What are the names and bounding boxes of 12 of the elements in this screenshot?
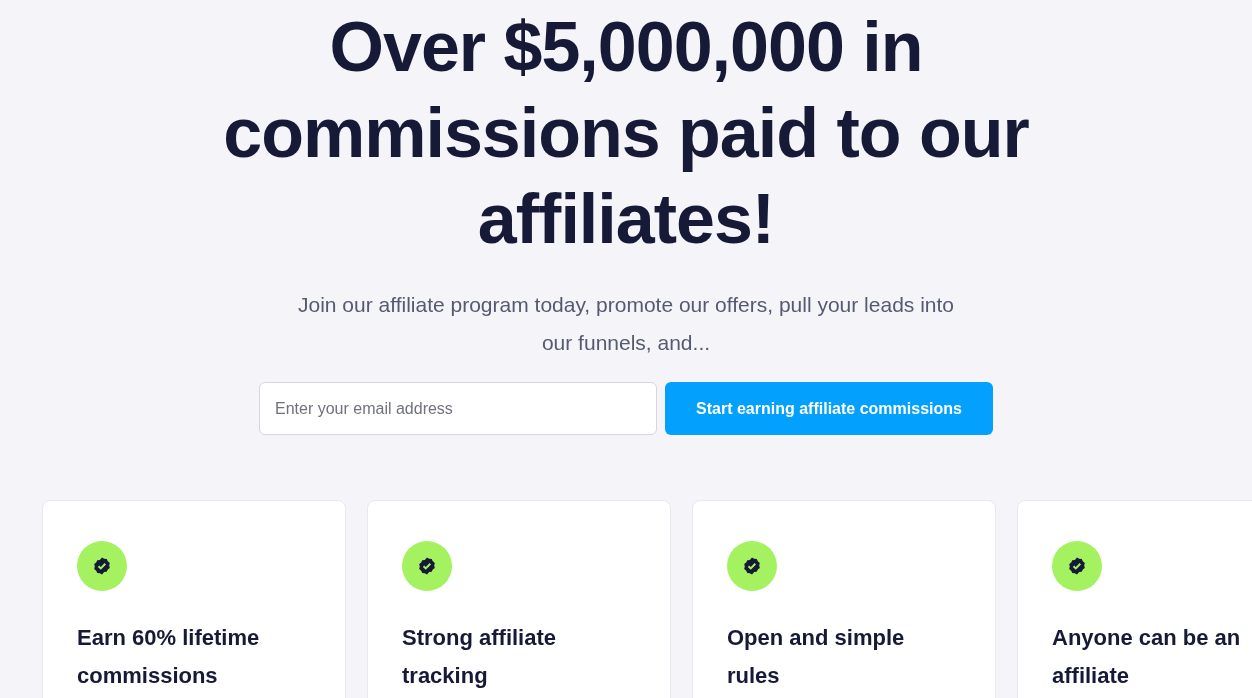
start-earning-button[interactable]: Start earning affiliate commissions (665, 382, 993, 435)
feature-title: Earn 60% lifetime commissions (77, 624, 261, 690)
email-field[interactable]: Enter your email address (259, 382, 657, 435)
subtitle: Join our affiliate program today, promote our offers, pull your leads into our funnels, and... (297, 292, 955, 356)
headline: Over $5,000,000 in commissions paid to our affiliates! (222, 7, 1030, 260)
check-badge-icon (418, 557, 436, 575)
feature-title: Anyone can be an affiliate (1052, 624, 1242, 690)
feature-title: Open and simple rules (727, 624, 906, 690)
check-badge-icon (743, 557, 761, 575)
check-badge-icon (93, 557, 111, 575)
feature-title: Strong affiliate tracking (402, 624, 557, 690)
check-badge-icon (1068, 557, 1086, 575)
